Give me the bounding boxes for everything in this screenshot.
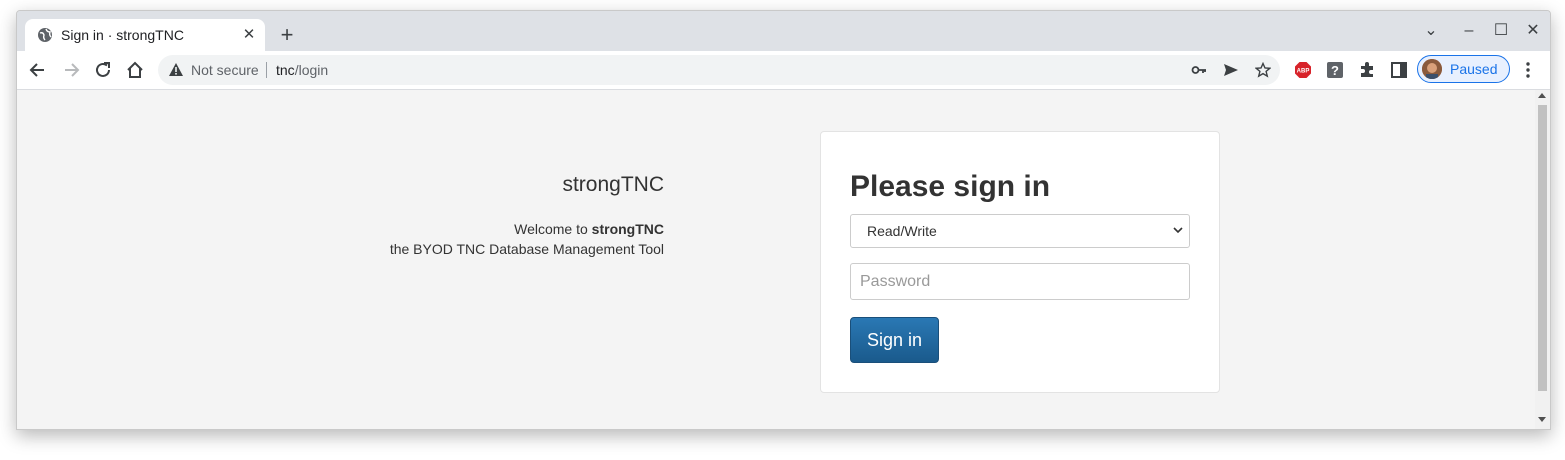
- security-status[interactable]: Not secure: [191, 62, 259, 78]
- close-window-icon[interactable]: ✕: [1521, 21, 1545, 45]
- password-field[interactable]: [850, 263, 1190, 300]
- browser-toolbar: Not secure tnc/login ABP ? Paused: [17, 51, 1550, 90]
- key-icon[interactable]: [1191, 62, 1207, 78]
- signin-button[interactable]: Sign in: [850, 317, 939, 363]
- brand-title: strongTNC: [562, 173, 664, 196]
- forward-arrow-icon[interactable]: [60, 59, 82, 81]
- scrollbar-thumb[interactable]: [1538, 105, 1547, 391]
- omnibox-divider: [266, 62, 267, 78]
- svg-text:ABP: ABP: [1297, 69, 1310, 75]
- tab-strip: Sign in · strongTNC ✕ + ⌄ – ☐ ✕: [17, 11, 1550, 51]
- url-host: tnc: [276, 62, 295, 78]
- close-tab-icon[interactable]: ✕: [239, 25, 259, 45]
- side-panel-icon[interactable]: [1390, 61, 1408, 79]
- signin-heading: Please sign in: [850, 170, 1051, 203]
- address-bar[interactable]: Not secure tnc/login: [158, 55, 1280, 85]
- reload-icon[interactable]: [92, 59, 114, 81]
- globe-icon: [38, 28, 52, 42]
- send-icon[interactable]: [1223, 62, 1239, 78]
- help-extension-icon[interactable]: ?: [1326, 61, 1344, 79]
- minimize-icon[interactable]: –: [1457, 21, 1481, 45]
- new-tab-button[interactable]: +: [275, 24, 299, 48]
- maximize-icon[interactable]: ☐: [1489, 21, 1513, 45]
- welcome-text: Welcome to strongTNC the BYOD TNC Databa…: [390, 219, 664, 259]
- page-content: strongTNC Welcome to strongTNC the BYOD …: [17, 90, 1535, 429]
- welcome-prefix: Welcome to: [514, 221, 592, 237]
- url-text[interactable]: tnc/login: [276, 62, 328, 78]
- chevron-down-icon: [1173, 227, 1183, 234]
- profile-status: Paused: [1450, 61, 1498, 77]
- url-path: /login: [294, 62, 329, 78]
- signin-card: Please sign in Read/Write Sign in: [820, 131, 1220, 393]
- home-icon[interactable]: [124, 59, 146, 81]
- tagline: the BYOD TNC Database Management Tool: [389, 241, 664, 257]
- abp-icon[interactable]: ABP: [1294, 61, 1312, 79]
- back-arrow-icon[interactable]: [27, 59, 49, 81]
- puzzle-icon[interactable]: [1358, 61, 1376, 79]
- browser-window: Sign in · strongTNC ✕ + ⌄ – ☐ ✕ Not secu…: [16, 10, 1551, 430]
- avatar: [1422, 59, 1442, 79]
- warning-icon[interactable]: [168, 62, 184, 78]
- star-icon[interactable]: [1255, 62, 1271, 78]
- access-mode-select[interactable]: Read/Write: [850, 214, 1190, 248]
- profile-button[interactable]: Paused: [1417, 55, 1510, 83]
- scroll-up-arrow-icon[interactable]: [1538, 93, 1546, 98]
- svg-text:?: ?: [1331, 63, 1339, 78]
- avatar-image: [1422, 59, 1442, 79]
- scrollbar[interactable]: [1535, 90, 1550, 429]
- access-mode-value: Read/Write: [867, 223, 937, 239]
- welcome-brand: strongTNC: [591, 221, 664, 237]
- tab-search-chevron-icon[interactable]: ⌄: [1419, 21, 1443, 45]
- tab-title: Sign in · strongTNC: [61, 27, 184, 43]
- tab-active[interactable]: Sign in · strongTNC ✕: [25, 19, 265, 51]
- scroll-down-arrow-icon[interactable]: [1538, 417, 1546, 422]
- more-menu-icon[interactable]: [1520, 61, 1536, 79]
